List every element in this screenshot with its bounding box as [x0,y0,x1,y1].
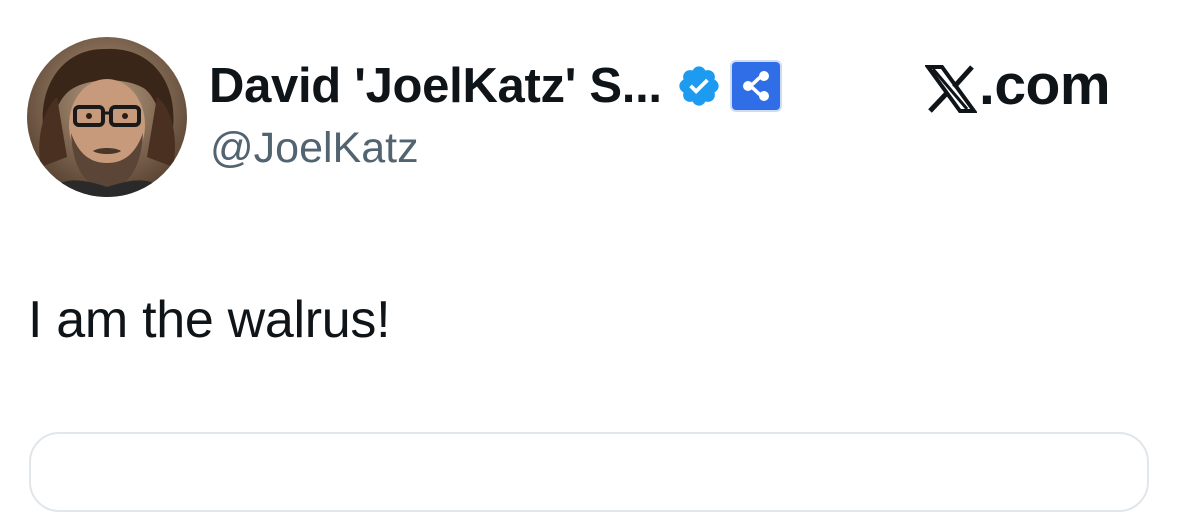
user-avatar-photo [27,37,187,197]
ripple-affiliate-badge-icon[interactable] [729,60,782,112]
author-name-row: David 'JoelKatz' S... [209,58,782,114]
author-handle[interactable]: @JoelKatz [210,124,419,173]
x-brand: .com [924,53,1111,117]
brand-domain: .com [979,53,1111,117]
avatar[interactable] [27,37,187,197]
x-logo-icon [924,61,978,113]
embedded-card[interactable] [29,432,1149,512]
tweet-text: I am the walrus! [28,291,391,349]
author-display-name[interactable]: David 'JoelKatz' S... [209,58,662,114]
verified-badge-icon[interactable] [676,63,722,109]
